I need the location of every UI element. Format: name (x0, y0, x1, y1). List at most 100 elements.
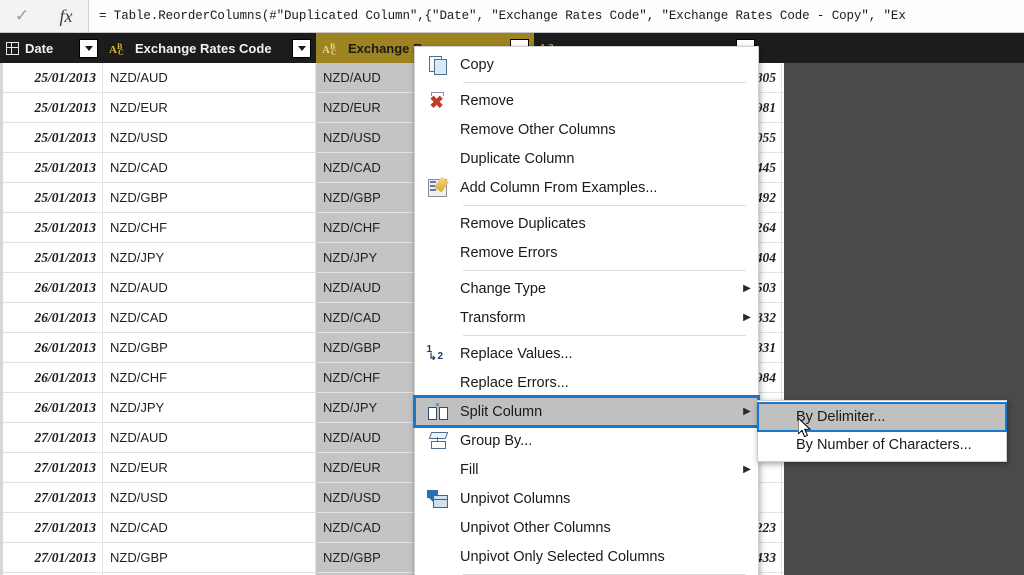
context-menu-item-remove[interactable]: ✖ Remove (415, 86, 758, 115)
cell-exchange-rates-code-copy[interactable]: NZD/CAD (316, 303, 424, 332)
submenu-item-by-number-of-characters[interactable]: By Number of Characters... (758, 431, 1006, 459)
cell-date[interactable]: 27/01/2013 (0, 423, 103, 452)
menu-item-icon-slot (415, 303, 460, 332)
menu-item-label: Split Column (460, 403, 543, 420)
submenu-item-by-delimiter[interactable]: By Delimiter... (757, 402, 1007, 432)
cell-date[interactable]: 25/01/2013 (0, 153, 103, 182)
cell-date[interactable]: 26/01/2013 (0, 303, 103, 332)
context-menu-item-remove-other-columns[interactable]: Remove Other Columns (415, 115, 758, 144)
menu-item-icon-slot (415, 542, 460, 571)
cell-exchange-rates-code-copy[interactable]: NZD/EUR (316, 453, 424, 482)
cell-date[interactable]: 25/01/2013 (0, 93, 103, 122)
cell-exchange-rates-code-copy[interactable]: NZD/AUD (316, 423, 424, 452)
cell-exchange-rates-code[interactable]: NZD/JPY (103, 393, 316, 422)
cell-date[interactable]: 27/01/2013 (0, 513, 103, 542)
cell-exchange-rates-code[interactable]: NZD/EUR (103, 453, 316, 482)
menu-item-label: Remove Other Columns (460, 121, 616, 138)
context-menu-item-unpivot-other-columns[interactable]: Unpivot Other Columns (415, 513, 758, 542)
cell-date[interactable]: 26/01/2013 (0, 273, 103, 302)
chevron-right-icon: ▶ (743, 464, 751, 475)
chevron-right-icon: ▶ (743, 406, 751, 417)
cell-exchange-rates-code[interactable]: NZD/USD (103, 123, 316, 152)
commit-checkmark-icon[interactable]: ✓ (0, 0, 44, 32)
cell-date[interactable]: 25/01/2013 (0, 63, 103, 92)
cell-exchange-rates-code-copy[interactable]: NZD/JPY (316, 243, 424, 272)
abc-text-icon: ABC (322, 42, 337, 57)
cell-exchange-rates-code[interactable]: NZD/GBP (103, 183, 316, 212)
context-menu-item-group-by[interactable]: Group By... (415, 426, 758, 455)
formula-input[interactable]: = Table.ReorderColumns(#"Duplicated Colu… (89, 0, 1024, 32)
cell-exchange-rates-code[interactable]: NZD/CAD (103, 513, 316, 542)
cell-exchange-rates-code[interactable]: NZD/CAD (103, 153, 316, 182)
menu-item-label: Fill (460, 461, 479, 478)
menu-item-icon-slot (415, 484, 460, 513)
cell-exchange-rates-code[interactable]: NZD/AUD (103, 63, 316, 92)
group-by-icon (428, 432, 448, 449)
cell-exchange-rates-code-copy[interactable]: NZD/USD (316, 123, 424, 152)
context-menu-item-change-type[interactable]: Change Type ▶ (415, 274, 758, 303)
cell-exchange-rates-code-copy[interactable]: NZD/CHF (316, 213, 424, 242)
column-filter-dropdown-exchange-rates-code[interactable] (292, 38, 311, 58)
context-menu-item-transform[interactable]: Transform ▶ (415, 303, 758, 332)
cell-exchange-rates-code-copy[interactable]: NZD/CHF (316, 363, 424, 392)
context-menu-item-replace-values[interactable]: 1 ↳ 2 Replace Values... (415, 339, 758, 368)
menu-separator (463, 270, 746, 271)
cell-date[interactable]: 25/01/2013 (0, 213, 103, 242)
context-menu-item-unpivot-columns[interactable]: Unpivot Columns (415, 484, 758, 513)
cell-date[interactable]: 27/01/2013 (0, 543, 103, 572)
context-menu-item-fill[interactable]: Fill ▶ (415, 455, 758, 484)
menu-item-label: Replace Values... (460, 345, 573, 362)
cell-exchange-rates-code-copy[interactable]: NZD/GBP (316, 183, 424, 212)
cell-exchange-rates-code[interactable]: NZD/GBP (103, 543, 316, 572)
context-menu-item-remove-errors[interactable]: Remove Errors (415, 238, 758, 267)
cell-exchange-rates-code-copy[interactable]: NZD/GBP (316, 543, 424, 572)
column-context-menu[interactable]: Copy ✖ Remove Remove Other Columns Duplicate… (413, 46, 760, 575)
menu-item-label: Remove (460, 92, 514, 109)
cell-exchange-rates-code-copy[interactable]: NZD/USD (316, 483, 424, 512)
cell-date[interactable]: 25/01/2013 (0, 243, 103, 272)
cell-date[interactable]: 25/01/2013 (0, 123, 103, 152)
menu-item-icon-slot (415, 426, 460, 455)
context-menu-item-remove-duplicates[interactable]: Remove Duplicates (415, 209, 758, 238)
cell-exchange-rates-code[interactable]: NZD/CHF (103, 213, 316, 242)
context-menu-item-split-column[interactable]: Split Column ▶ (413, 395, 760, 428)
context-menu-item-duplicate-column[interactable]: Duplicate Column (415, 144, 758, 173)
context-menu-item-copy[interactable]: Copy (415, 50, 758, 79)
menu-item-icon-slot (415, 50, 460, 79)
menu-item-label: Remove Errors (460, 244, 558, 261)
context-menu-item-replace-errors[interactable]: Replace Errors... (415, 368, 758, 397)
cell-exchange-rates-code[interactable]: NZD/USD (103, 483, 316, 512)
cell-exchange-rates-code[interactable]: NZD/EUR (103, 93, 316, 122)
cell-exchange-rates-code-copy[interactable]: NZD/GBP (316, 333, 424, 362)
cell-date[interactable]: 27/01/2013 (0, 453, 103, 482)
menu-item-icon-slot (415, 274, 460, 303)
menu-item-label: Replace Errors... (460, 374, 569, 391)
cell-exchange-rates-code-copy[interactable]: NZD/CAD (316, 513, 424, 542)
column-header-exchange-rates-code[interactable]: ABC Exchange Rates Code (103, 33, 316, 63)
cell-exchange-rates-code-copy[interactable]: NZD/AUD (316, 63, 424, 92)
cell-exchange-rates-code[interactable]: NZD/AUD (103, 423, 316, 452)
cell-exchange-rates-code[interactable]: NZD/GBP (103, 333, 316, 362)
menu-separator (463, 205, 746, 206)
cell-date[interactable]: 25/01/2013 (0, 183, 103, 212)
cell-exchange-rates-code[interactable]: NZD/JPY (103, 243, 316, 272)
column-filter-dropdown-date[interactable] (79, 38, 98, 58)
cell-exchange-rates-code[interactable]: NZD/CHF (103, 363, 316, 392)
cell-date[interactable]: 27/01/2013 (0, 483, 103, 512)
context-menu-item-unpivot-only-selected-columns[interactable]: Unpivot Only Selected Columns (415, 542, 758, 571)
split-column-submenu[interactable]: By Delimiter... By Number of Characters..… (757, 400, 1007, 462)
context-menu-item-add-column-from-examples[interactable]: Add Column From Examples... (415, 173, 758, 202)
split-column-icon (427, 403, 448, 420)
canvas-empty-area (784, 63, 1024, 575)
cell-exchange-rates-code-copy[interactable]: NZD/EUR (316, 93, 424, 122)
cell-date[interactable]: 26/01/2013 (0, 363, 103, 392)
cell-exchange-rates-code[interactable]: NZD/AUD (103, 273, 316, 302)
column-header-date[interactable]: Date (0, 33, 103, 63)
cell-exchange-rates-code-copy[interactable]: NZD/JPY (316, 393, 424, 422)
cell-exchange-rates-code-copy[interactable]: NZD/CAD (316, 153, 424, 182)
cell-date[interactable]: 26/01/2013 (0, 393, 103, 422)
remove-column-icon: ✖ (429, 91, 444, 112)
cell-exchange-rates-code-copy[interactable]: NZD/AUD (316, 273, 424, 302)
cell-date[interactable]: 26/01/2013 (0, 333, 103, 362)
cell-exchange-rates-code[interactable]: NZD/CAD (103, 303, 316, 332)
